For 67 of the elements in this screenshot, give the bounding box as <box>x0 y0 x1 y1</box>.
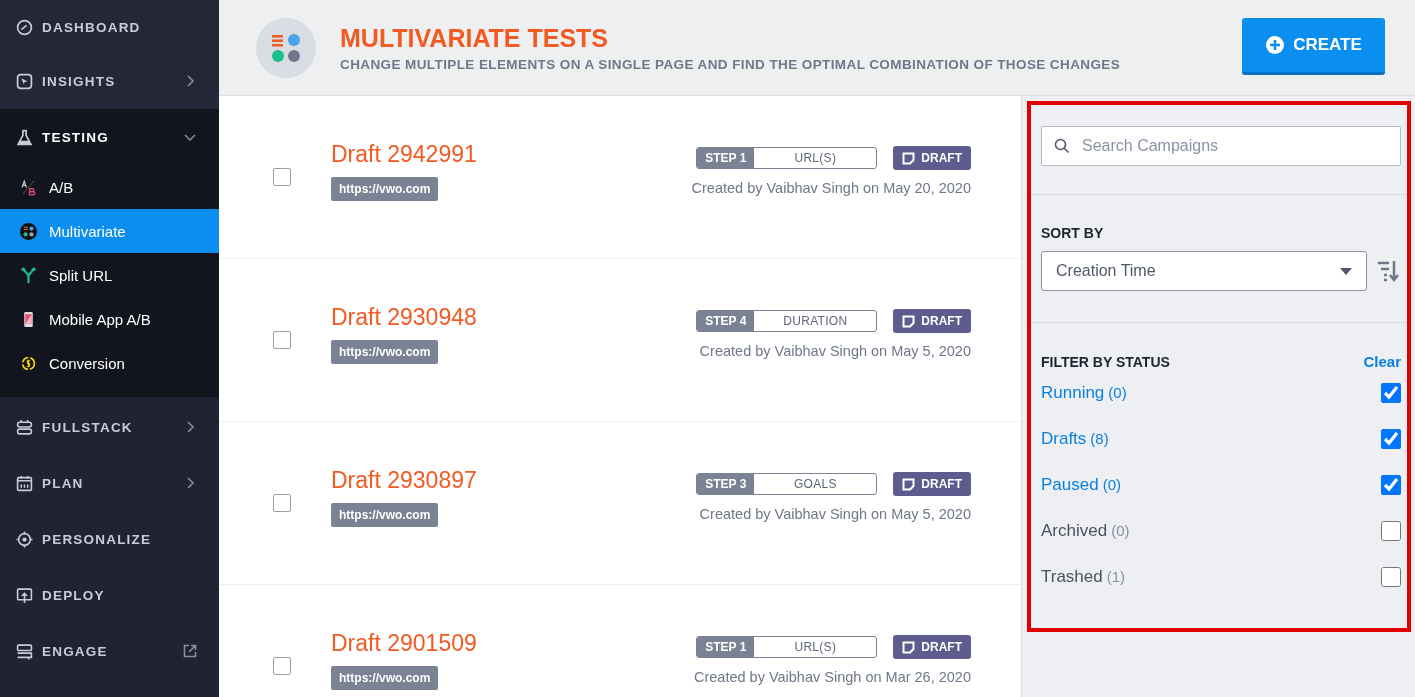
sort-dropdown[interactable]: Creation Time <box>1041 251 1367 291</box>
step-indicator: STEP 3 GOALS <box>696 473 878 495</box>
page-subtitle: CHANGE MULTIPLE ELEMENTS ON A SINGLE PAGE AND FIND THE OPTIMAL COMBINATION OF THOSE CHANGES <box>340 56 1122 72</box>
url-tag: https://vwo.com <box>331 503 439 527</box>
status-checkbox[interactable] <box>1381 475 1401 495</box>
step-indicator: STEP 1 URL(S) <box>696 636 878 658</box>
search-icon <box>1054 138 1070 154</box>
status-filter-label[interactable]: Paused (0) <box>1041 475 1121 495</box>
upload-screen-icon <box>16 586 33 604</box>
multivariate-logo-icon <box>256 17 316 78</box>
ab-letters-icon <box>20 178 37 196</box>
status-checkbox[interactable] <box>1381 567 1401 587</box>
nav-item[interactable]: Split URL <box>0 253 219 297</box>
row-checkbox[interactable] <box>273 494 291 512</box>
dots-grid-icon <box>20 222 37 240</box>
step-indicator: STEP 4 DURATION <box>696 310 878 332</box>
row-checkbox[interactable] <box>273 657 291 675</box>
sort-by-label: SORT BY <box>1041 225 1105 241</box>
status-badge: DRAFT <box>893 635 971 659</box>
nav-item[interactable]: Conversion <box>0 341 219 385</box>
status-checkbox[interactable] <box>1381 521 1401 541</box>
filter-by-status-label: FILTER BY STATUS <box>1041 353 1170 370</box>
status-checkbox[interactable] <box>1381 429 1401 449</box>
status-badge: DRAFT <box>893 472 971 496</box>
created-by-text: Created by Vaibhav Singh on May 5, 2020 <box>699 506 971 522</box>
crosshair-icon <box>16 530 33 548</box>
status-badge: DRAFT <box>893 309 971 333</box>
clear-link[interactable]: Clear <box>1363 353 1401 370</box>
status-checkbox[interactable] <box>1381 383 1401 403</box>
external-link-icon <box>183 644 197 658</box>
created-by-text: Created by Vaibhav Singh on May 5, 2020 <box>699 343 971 359</box>
status-filter-label[interactable]: Running (0) <box>1041 383 1127 403</box>
dollar-cycle-icon <box>20 354 37 372</box>
search-field[interactable]: Search Campaigns <box>1041 126 1401 166</box>
url-tag: https://vwo.com <box>331 177 439 201</box>
plus-icon <box>1265 35 1286 55</box>
cursor-icon <box>16 72 33 90</box>
nav-item[interactable]: A/B <box>0 165 219 209</box>
nav-item[interactable]: Mobile App A/B <box>0 297 219 341</box>
calendar-icon <box>16 474 33 492</box>
flask-icon <box>16 128 33 146</box>
nav-section[interactable]: PERSONALIZE <box>0 511 219 567</box>
row-checkbox[interactable] <box>273 168 291 186</box>
status-filter-label[interactable]: Archived (0) <box>1041 521 1130 541</box>
nav-section[interactable]: ENGAGE <box>0 623 219 679</box>
caret-down-icon <box>1340 267 1352 275</box>
status-badge: DRAFT <box>893 146 971 170</box>
stacked-bars-icon <box>16 418 33 436</box>
fork-icon <box>20 266 37 284</box>
nav-section[interactable]: DEPLOY <box>0 567 219 623</box>
created-by-text: Created by Vaibhav Singh on Mar 26, 2020 <box>693 669 971 685</box>
page-title: MULTIVARIATE TESTS <box>340 23 610 53</box>
chat-bubbles-icon <box>16 642 33 660</box>
created-by-text: Created by Vaibhav Singh on May 20, 2020 <box>691 180 971 196</box>
status-filter-label[interactable]: Trashed (1) <box>1041 567 1126 587</box>
nav-section[interactable]: FULLSTACK <box>0 399 219 455</box>
row-checkbox[interactable] <box>273 331 291 349</box>
nav-section[interactable]: INSIGHTS <box>0 54 219 108</box>
sort-order-icon[interactable] <box>1377 260 1401 282</box>
nav-section[interactable]: PLAN <box>0 455 219 511</box>
status-filter-label[interactable]: Drafts (8) <box>1041 429 1109 449</box>
gauge-icon <box>16 18 33 36</box>
url-tag: https://vwo.com <box>331 340 439 364</box>
url-tag: https://vwo.com <box>331 666 439 690</box>
nav-section[interactable]: TESTING <box>0 109 219 165</box>
nav-section[interactable]: DASHBOARD <box>0 0 219 54</box>
step-indicator: STEP 1 URL(S) <box>696 147 878 169</box>
